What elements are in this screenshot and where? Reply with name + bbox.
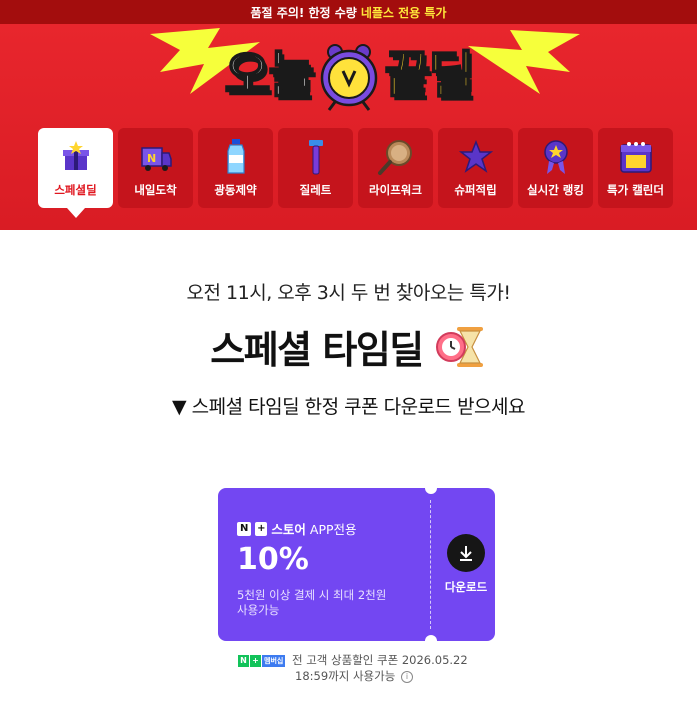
membership-badge-text: 멤버십 (262, 654, 286, 667)
razor-icon (296, 138, 336, 176)
category-label: 스페셜딜 (54, 183, 97, 197)
coupon-download-button[interactable]: 다운로드 (442, 534, 490, 595)
category-tab-kwangdong[interactable]: 광동제약 (198, 128, 273, 208)
category-tab-lifework[interactable]: 라이프워크 (358, 128, 433, 208)
main-content: 오전 11시, 오후 3시 두 번 찾아오는 특가! 스페셜 타임딜 ▼ 스페셜… (0, 278, 697, 419)
water-bottle-icon (216, 138, 256, 176)
delivery-truck-icon: N (136, 138, 176, 176)
deal-subtitle: 오전 11시, 오후 3시 두 번 찾아오는 특가! (186, 282, 511, 304)
category-tab-special-deal[interactable]: 스페셜딜 (38, 128, 113, 208)
frying-pan-icon (376, 138, 416, 176)
timer-hourglass-icon (435, 326, 483, 367)
download-label: 다운로드 (444, 580, 488, 594)
category-tab-calendar[interactable]: 특가 캘린더 (598, 128, 673, 208)
category-label: 실시간 랭킹 (527, 183, 584, 197)
svg-text:N: N (147, 152, 156, 165)
download-icon (447, 534, 485, 572)
medal-icon (536, 138, 576, 176)
membership-plus-icon: + (250, 654, 261, 667)
page-title: 스페셜 타임딜 (210, 328, 424, 372)
coupon-divider (430, 500, 431, 629)
deal-logo: 오늘 끝딜 (0, 38, 697, 112)
coupon-notice: ▼ 스페셜 타임딜 한정 쿠폰 다운로드 받으세요 (172, 396, 526, 418)
coupon-card: N + 스토어 APP전용 10% 5천원 이상 결제 시 최대 2천원 사용가… (218, 482, 495, 647)
footnote-line1: 전 고객 상품할인 쿠폰 2026.05.22 (291, 653, 468, 667)
category-tab-ranking[interactable]: 실시간 랭킹 (518, 128, 593, 208)
coupon-condition: 5천원 이상 결제 시 최대 2천원 사용가능 (237, 588, 386, 618)
logo-text-left: 오늘 (224, 46, 316, 104)
top-announcement-bar: 품절 주의! 한정 수량 네플스 전용 특가 (0, 0, 697, 24)
logo-text-right: 끝딜 (384, 46, 476, 104)
plus-badge: + (255, 521, 268, 536)
announcement-text: 품절 주의! 한정 수량 (250, 5, 357, 20)
category-label: 질레트 (299, 183, 332, 197)
membership-badge: N + 멤버십 (238, 654, 286, 667)
announcement-highlight: 네플스 전용 특가 (360, 5, 447, 20)
coupon-discount: 10% (237, 542, 309, 577)
category-tab-gillette[interactable]: 질레트 (278, 128, 353, 208)
category-label: 라이프워크 (369, 183, 422, 197)
footnote-line2: 18:59까지 사용가능 (295, 669, 396, 683)
category-label: 슈퍼적립 (454, 183, 497, 197)
membership-n-icon: N (238, 654, 249, 667)
category-tab-next-day[interactable]: N 내일도착 (118, 128, 193, 208)
category-nav: 스페셜딜 N 내일도착 광동제약 질레트 라이프워크 슈퍼적립 실시간 랭킹 특… (38, 128, 673, 208)
naver-n-badge: N (237, 521, 252, 536)
condition-line: 5천원 이상 결제 시 최대 2천원 (237, 588, 387, 602)
category-tab-super-reward[interactable]: 슈퍼적립 (438, 128, 513, 208)
alarm-clock-icon (320, 44, 377, 111)
category-label: 광동제약 (214, 183, 257, 197)
store-label: 스토어 (271, 522, 306, 537)
hero-banner: 오늘 끝딜 스페셜딜 N 내일도착 광동제약 질레트 라이프워크 슈퍼적립 실시… (0, 24, 697, 230)
calendar-icon (616, 138, 656, 176)
coupon-footnote: N + 멤버십 전 고객 상품할인 쿠폰 2026.05.22 18:59까지 … (238, 652, 498, 684)
star-icon (456, 138, 496, 176)
category-label: 내일도착 (134, 183, 177, 197)
gift-box-icon (56, 138, 96, 176)
coupon-brand: N + 스토어 APP전용 (237, 519, 357, 538)
info-icon[interactable]: i (400, 670, 413, 683)
coupon-notch-top (425, 482, 437, 494)
title-row: 스페셜 타임딜 (0, 319, 697, 374)
app-only-label: APP전용 (309, 522, 357, 537)
condition-line: 사용가능 (237, 603, 280, 617)
coupon-notch-bottom (425, 635, 437, 647)
category-label: 특가 캘린더 (607, 183, 664, 197)
